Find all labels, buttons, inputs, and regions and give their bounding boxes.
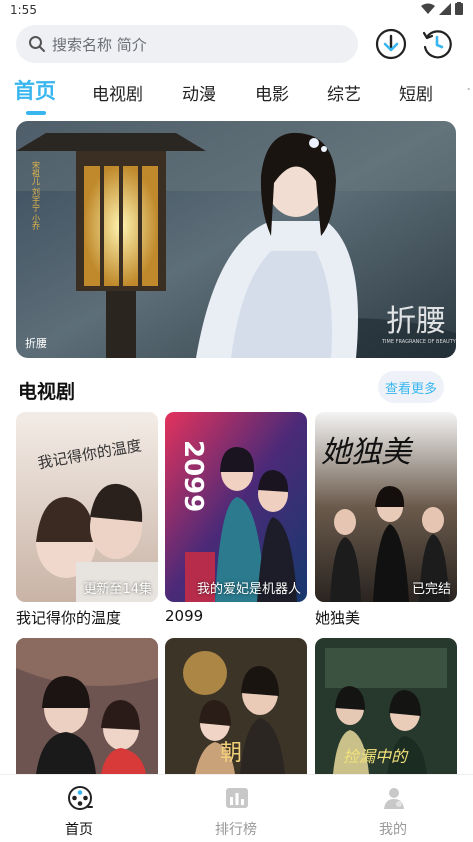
search-icon [29, 36, 45, 52]
wifi-icon [421, 3, 435, 14]
nav-label: 我的 [379, 822, 407, 838]
tab-home[interactable]: 首页 [14, 75, 56, 105]
drama-poster: 捡漏中的 [315, 638, 457, 774]
svg-text:折腰: 折腰 [386, 304, 446, 339]
status-time: 1:55 [10, 3, 37, 17]
status-bar: 1:55 [0, 0, 473, 20]
drama-card[interactable]: 捡漏中的 [315, 638, 457, 774]
category-tabs: 首页 电视剧 动漫 电影 综艺 短剧 · [0, 74, 473, 118]
svg-text:她独美: 她独美 [321, 435, 414, 470]
episode-badge: 我的爱妃是机器人 [196, 582, 301, 597]
drama-title: 她独美 [315, 609, 361, 627]
nav-label: 首页 [65, 822, 93, 838]
drama-title: 2099 [165, 607, 204, 625]
drama-card[interactable]: 她独美 已完结 她独美 [315, 412, 457, 628]
episode-badge: 更新至14集 [83, 582, 152, 597]
drama-poster: 2099 我的爱妃是机器人 [165, 412, 307, 602]
drama-title: 我记得你的温度 [16, 609, 122, 627]
episode-badge: 已完结 [411, 582, 451, 597]
banner-caption: 折腰 [25, 337, 47, 350]
section-title: 电视剧 [18, 381, 76, 403]
poster-title: 朝 [220, 741, 242, 766]
svg-text:TIME FRAGRANCE OF BEAUTY: TIME FRAGRANCE OF BEAUTY [381, 339, 456, 345]
history-icon[interactable] [420, 27, 454, 61]
signal-icon [439, 2, 451, 15]
tab-anime[interactable]: 动漫 [182, 80, 216, 105]
drama-card[interactable]: 朝 [165, 638, 307, 774]
drama-poster: 她独美 已完结 [315, 412, 457, 602]
film-reel-icon [68, 786, 93, 810]
bottom-nav: 首页 排行榜 我的 [0, 774, 473, 842]
download-icon[interactable] [374, 27, 408, 61]
tab-indicator [26, 111, 46, 115]
drama-card[interactable]: 2099 我的爱妃是机器人 2099 [165, 412, 307, 625]
nav-label: 排行榜 [215, 822, 257, 838]
drama-poster: 朝 [165, 638, 307, 774]
drama-card[interactable]: 我记得你的温度 更新至14集 我记得你的温度 [16, 412, 158, 628]
nav-item-ranking[interactable]: 排行榜 [191, 775, 281, 842]
chart-icon [226, 788, 248, 808]
search-bar[interactable]: 搜索名称 简介 [16, 25, 358, 63]
banner-image: 折腰 TIME FRAGRANCE OF BEAUTY 宋祖儿 刘宇宁 小乔 [16, 121, 456, 358]
tab-tv-series[interactable]: 电视剧 [92, 80, 143, 105]
profile-icon [384, 788, 404, 809]
tab-movies[interactable]: 电影 [255, 80, 289, 105]
status-icons [421, 2, 463, 15]
svg-text:2099: 2099 [178, 440, 208, 512]
banner-carousel[interactable]: 折腰 TIME FRAGRANCE OF BEAUTY 宋祖儿 刘宇宁 小乔 [16, 121, 456, 358]
view-more-button[interactable]: 查看更多 [378, 371, 444, 403]
search-placeholder: 搜索名称 简介 [52, 35, 147, 54]
nav-item-home[interactable]: 首页 [34, 775, 124, 842]
drama-card[interactable] [16, 638, 158, 774]
drama-poster [16, 638, 158, 774]
nav-item-profile[interactable]: 我的 [348, 775, 438, 842]
poster-title: 捡漏中的 [343, 747, 409, 766]
svg-text:宋祖儿 刘宇宁 小乔: 宋祖儿 刘宇宁 小乔 [32, 160, 41, 231]
battery-icon [455, 2, 463, 15]
tab-short-drama[interactable]: 短剧 [399, 80, 433, 105]
tab-overflow[interactable]: · [466, 80, 471, 100]
drama-poster: 我记得你的温度 更新至14集 [16, 412, 158, 602]
tab-variety[interactable]: 综艺 [327, 80, 361, 105]
